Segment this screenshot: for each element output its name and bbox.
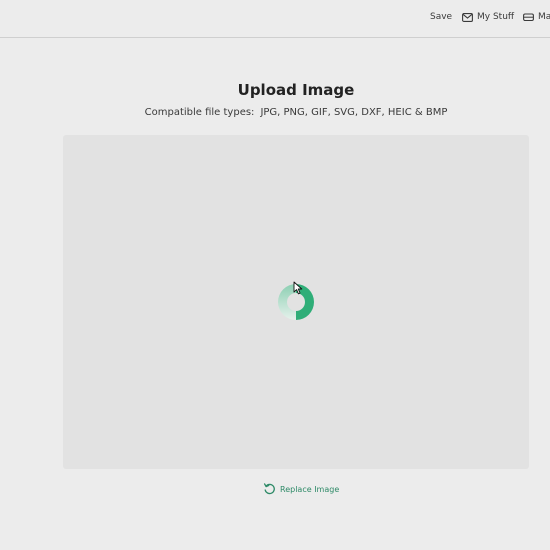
compatible-label: Compatible file types: (144, 107, 255, 118)
make-label: Make (538, 12, 550, 22)
top-navigation-bar: Save My Stuff Make (0, 0, 550, 38)
mouse-cursor-icon (293, 280, 303, 299)
my-stuff-button[interactable]: My Stuff (462, 12, 514, 22)
make-button[interactable]: Make (523, 12, 550, 22)
page-title: Upload Image (237, 81, 355, 99)
compatible-file-types: Compatible file types: JPG, PNG, GIF, SVG… (0, 107, 550, 118)
save-label: Save (430, 12, 453, 22)
save-button[interactable]: Save (430, 12, 452, 22)
rotate-left-icon (263, 482, 276, 497)
replace-image-label: Replace Image (280, 485, 340, 494)
file-types-list: JPG, PNG, GIF, SVG, DXF, HEIC & BMP (260, 107, 448, 118)
replace-image-button[interactable]: Replace Image (263, 482, 339, 497)
machine-icon (523, 12, 534, 22)
my-stuff-label: My Stuff (477, 12, 515, 22)
envelope-icon (462, 12, 473, 22)
